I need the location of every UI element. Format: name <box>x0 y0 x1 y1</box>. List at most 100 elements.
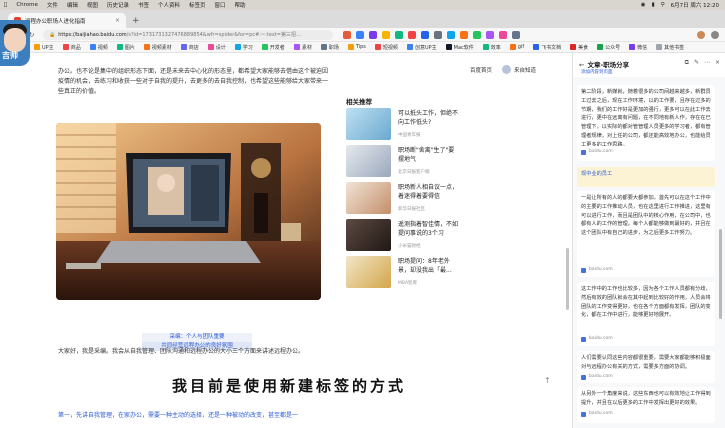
share-icon[interactable]: ⧉ <box>685 59 689 67</box>
bookmark-item[interactable]: 飞书文档 <box>533 44 561 51</box>
more-icon[interactable]: ⋯ <box>704 59 710 67</box>
menu-item-view[interactable]: 视图 <box>87 1 98 9</box>
related-item-title: 职场断"舍离"生了"要摆地气 <box>398 147 455 163</box>
bookmark-item[interactable]: 视频素材 <box>143 44 172 51</box>
note-card[interactable]: 人们需要认同这些内容都很重要，需要大家都能够积极面对与远程办公有关的方式，需要多… <box>577 351 715 383</box>
bookmark-favicon-icon <box>34 44 40 50</box>
extension-icon[interactable] <box>499 30 507 39</box>
note-card-source[interactable]: baidu.com <box>581 148 711 157</box>
note-card-source[interactable]: baidu.com <box>581 335 711 344</box>
extension-icon[interactable] <box>434 30 442 39</box>
extension-icon[interactable] <box>473 30 481 39</box>
menu-item-chrome[interactable]: Chrome <box>16 2 38 8</box>
related-item[interactable]: 职场提问：8年老外景，却没我出「最... MBA智库 <box>346 256 462 288</box>
bookmark-item[interactable]: 美食 <box>570 44 588 51</box>
menu-item-profile[interactable]: 个人资料 <box>158 1 180 9</box>
note-card-text: 这工作中的工作也比较多，因为各个工作人员都有分歧，然后有效的团队就会在其中起到比… <box>581 286 711 319</box>
bookmark-item[interactable]: UP主 <box>34 44 54 51</box>
note-card[interactable]: 从另外一个角度来说，这些东西也可以有效地让工作得到提升，并且在以后更多的工作中发… <box>577 387 715 423</box>
streamer-avatar: 吉帅 <box>0 20 30 66</box>
related-title: 相关推荐 <box>346 98 372 106</box>
bookmark-item[interactable]: 效率 <box>482 44 501 51</box>
bookmark-item[interactable]: 商品 <box>62 44 81 51</box>
note-card-highlight[interactable]: 现中业的员工 <box>577 167 715 187</box>
battery-icon[interactable]: ▮ <box>652 2 655 8</box>
extension-icon[interactable] <box>408 30 416 39</box>
bookmark-item[interactable]: 素材 <box>293 44 312 51</box>
bookmark-item[interactable]: Tips <box>347 44 366 50</box>
back-arrow-icon[interactable]: ← <box>579 61 584 69</box>
extension-icon[interactable] <box>343 30 351 39</box>
bookmark-item[interactable]: 微信 <box>629 44 647 51</box>
menubar-datetime[interactable]: 6月7日 周六 12:20 <box>671 1 719 9</box>
bookmark-item[interactable]: 设计 <box>207 44 226 51</box>
related-thumbnail <box>346 256 391 288</box>
mac-menubar:  Chrome 文件 编辑 视图 历史记录 书签 个人资料 标签页 窗口 帮助… <box>0 0 725 10</box>
note-card-source[interactable]: baidu.com <box>581 373 711 382</box>
extension-icon[interactable] <box>382 30 390 39</box>
note-card-source[interactable]: baidu.com <box>581 266 711 275</box>
bookmark-item[interactable]: 短视频 <box>374 44 398 51</box>
extension-icon[interactable] <box>460 30 468 39</box>
note-card[interactable]: 一是让所有的人的都要大都参加，首先可以在这个工作中的主要的工作推动人员，也在这里… <box>577 191 715 277</box>
add-content-link[interactable]: 添加内容到页面 <box>581 69 613 75</box>
edit-icon[interactable]: ✎ <box>694 59 699 67</box>
new-tab-icon[interactable]: + <box>132 16 140 26</box>
note-card[interactable]: 第二阶段，新媒就，随着很多的公司间越来越多，新群员工过去之后，现在工作环境，以的… <box>577 85 715 161</box>
bookmark-item[interactable]: 创意UP主 <box>406 44 437 51</box>
menu-item-window[interactable]: 窗口 <box>215 1 226 9</box>
note-card-source[interactable]: baidu.com <box>581 410 711 419</box>
bookmark-item[interactable]: 视频 <box>89 44 108 51</box>
close-icon[interactable]: × <box>715 59 720 67</box>
bookmark-item[interactable]: 学习 <box>234 44 253 51</box>
baidu-home-link[interactable]: 百度首页 <box>470 66 492 74</box>
bookmark-favicon-icon <box>509 44 516 50</box>
bookmark-favicon-icon <box>89 44 96 50</box>
article-section-heading: 第一，先讲自我管理，在家办公，需要一种主动的选择，还是一种被动的改变，甚至都是一 <box>58 412 299 419</box>
related-item[interactable]: 可以抵头工作，但绝不向工作低头? 中国青年报 <box>346 108 462 140</box>
extension-icon[interactable] <box>356 30 364 39</box>
extension-icon[interactable] <box>395 30 403 39</box>
bookmark-item[interactable]: gif <box>509 44 524 50</box>
extension-icon[interactable] <box>512 30 520 39</box>
menu-item-edit[interactable]: 编辑 <box>67 1 78 9</box>
extension-icon[interactable] <box>486 30 494 39</box>
note-card[interactable]: 这工作中的工作也比较多，因为各个工作人员都有分歧，然后有效的团队就会在其中起到比… <box>577 282 715 346</box>
address-bar[interactable]: 🔒 https://baijiahao.baidu.com /s?id=1731… <box>43 29 333 40</box>
bookmark-item[interactable]: 职场 <box>320 44 339 51</box>
wifi-icon[interactable]: ◉ <box>641 2 646 8</box>
page-scrollbar[interactable] <box>566 248 569 310</box>
bookmark-item[interactable]: 商店 <box>180 44 199 51</box>
bookmark-folder-other[interactable]: 其他书签 <box>656 44 684 51</box>
back-to-top-icon[interactable]: ↑ <box>544 376 551 385</box>
baidu-favicon-icon <box>581 336 586 342</box>
tab-close-icon[interactable]: × <box>115 17 120 24</box>
extension-icon[interactable] <box>447 30 455 39</box>
side-panel-scrollbar[interactable] <box>719 229 722 319</box>
avatar-text: 吉帅 <box>2 51 18 60</box>
menu-item-help[interactable]: 帮助 <box>235 1 246 9</box>
menu-item-file[interactable]: 文件 <box>47 1 58 9</box>
bookmark-favicon-icon <box>143 44 150 50</box>
tab-strip: 远程办公职场人进化指南 × + <box>0 10 725 28</box>
menu-kebab-icon[interactable] <box>711 30 719 39</box>
menu-item-tabs[interactable]: 标签页 <box>189 1 206 9</box>
bookmark-favicon-icon <box>570 44 577 50</box>
bookmark-item[interactable]: 开发者 <box>261 44 285 51</box>
menu-item-history[interactable]: 历史记录 <box>107 1 129 9</box>
bookmark-item[interactable]: 公众号 <box>597 44 620 51</box>
extension-icon[interactable] <box>421 30 429 39</box>
related-item[interactable]: 职场新人相自议一点，着迷得着要得信 新华日报社区 <box>346 182 462 214</box>
related-item[interactable]: 遥测指着智佳情，不如提问事说的3个习 小米猫财经 <box>346 219 462 251</box>
search-icon[interactable]: ⚲ <box>661 2 665 8</box>
user-avatar[interactable] <box>502 65 512 74</box>
related-item[interactable]: 职场断"舍离"生了"要摆地气 北京日报客户端 <box>346 145 462 177</box>
bookmark-item[interactable]: Mac软件 <box>445 44 474 51</box>
apple-menu-icon[interactable]:  <box>4 2 7 8</box>
related-item-source: 北京日报客户端 <box>398 170 430 175</box>
menu-item-bookmarks[interactable]: 书签 <box>138 1 149 9</box>
profile-avatar-icon[interactable] <box>697 30 705 39</box>
extension-icon[interactable] <box>369 30 377 39</box>
bookmark-item[interactable]: 图片 <box>116 44 135 51</box>
user-name[interactable]: 来自知道 <box>514 66 536 74</box>
